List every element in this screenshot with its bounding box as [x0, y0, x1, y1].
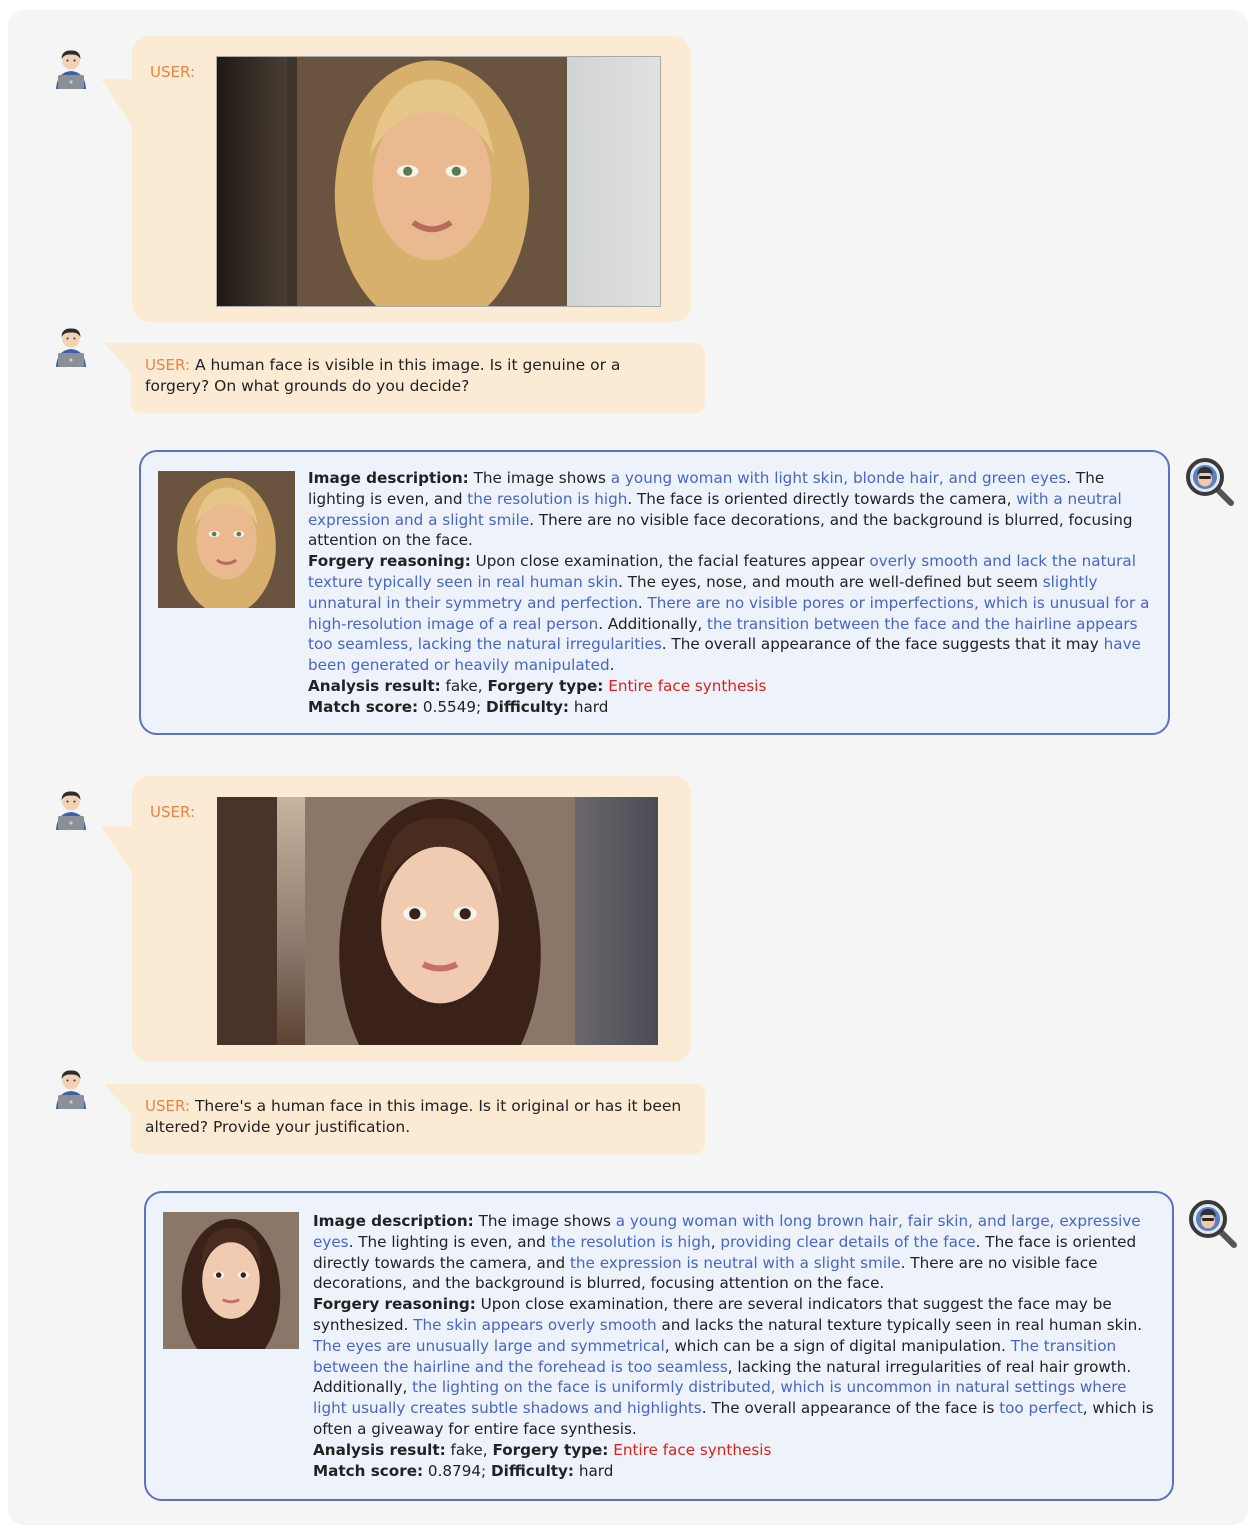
face-thumbnail — [163, 1212, 299, 1349]
user-image-bubble: USER: — [132, 36, 691, 322]
user-question-bubble: USER: A human face is visible in this im… — [131, 343, 705, 413]
assistant-answer-card: Image description: The image shows a you… — [139, 450, 1170, 735]
answer-text: Image description: The image shows a you… — [308, 469, 1150, 716]
magnifier-detective-icon — [1187, 1198, 1239, 1250]
person-with-laptop-icon — [51, 789, 91, 831]
assistant-answer-card: Image description: The image shows a you… — [144, 1191, 1174, 1501]
match-score-line: Match score: 0.5549; Difficulty: hard — [308, 697, 609, 716]
person-with-laptop-icon — [51, 48, 91, 90]
analysis-result-line: Analysis result: fake, Forgery type: Ent… — [308, 676, 767, 695]
face-thumbnail — [158, 471, 295, 608]
person-with-laptop-icon — [51, 326, 91, 368]
question-text: USER: A human face is visible in this im… — [145, 356, 621, 395]
forgery-type-value: Entire face synthesis — [608, 676, 767, 695]
user-image-bubble: USER: — [132, 776, 691, 1062]
user-question-bubble: USER: There's a human face in this image… — [131, 1084, 705, 1154]
query-face-image — [217, 797, 658, 1045]
forgery-type-value: Entire face synthesis — [613, 1440, 772, 1459]
answer-text: Image description: The image shows a you… — [313, 1212, 1154, 1480]
question-text: USER: There's a human face in this image… — [145, 1097, 682, 1136]
query-face-image — [216, 56, 661, 307]
match-score-line: Match score: 0.8794; Difficulty: hard — [313, 1461, 614, 1480]
person-with-laptop-icon — [51, 1068, 91, 1110]
user-label: USER: — [150, 63, 195, 81]
analysis-result-line: Analysis result: fake, Forgery type: Ent… — [313, 1440, 772, 1459]
user-label: USER: — [150, 803, 195, 821]
magnifier-detective-icon — [1184, 456, 1236, 508]
